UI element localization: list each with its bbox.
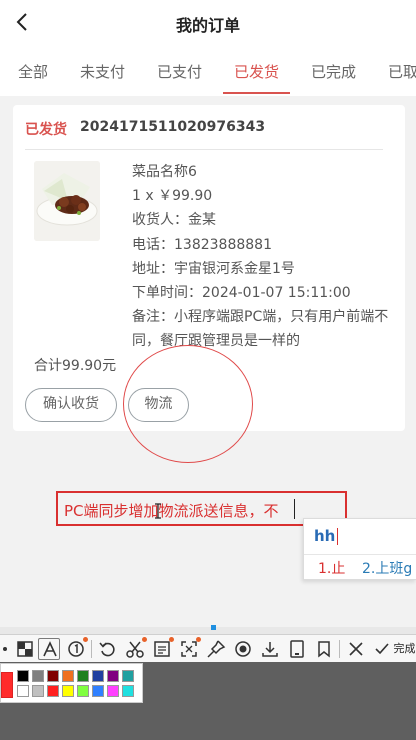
order-details: 菜品名称6 1 x ￥99.90 收货人：金某 电话：13823888881 地… xyxy=(132,160,392,354)
color-swatch[interactable] xyxy=(122,670,134,682)
tab-cancelled[interactable]: 已取 xyxy=(388,61,416,82)
color-swatch[interactable] xyxy=(77,685,89,697)
color-swatch[interactable] xyxy=(17,685,29,697)
color-swatch[interactable] xyxy=(47,685,59,697)
tab-unpaid[interactable]: 未支付 xyxy=(80,61,125,82)
color-swatch[interactable] xyxy=(47,670,59,682)
scissors-icon[interactable] xyxy=(124,637,147,660)
navigation-bar: 我的订单 xyxy=(0,0,416,46)
palette-area xyxy=(0,662,416,740)
order-total: 合计99.90元 xyxy=(34,358,117,374)
ibeam-cursor-icon xyxy=(154,503,162,519)
quantity-price: 1 x ￥99.90 xyxy=(132,188,213,205)
item-name: 菜品名称6 xyxy=(132,164,197,180)
arrow-tool-icon[interactable] xyxy=(0,638,12,660)
order-status: 已发货 xyxy=(25,122,67,138)
crop-icon[interactable] xyxy=(178,637,201,660)
number-marker-icon[interactable] xyxy=(65,637,88,660)
ime-composition: hh xyxy=(314,527,336,545)
mosaic-icon[interactable] xyxy=(14,638,36,660)
text-caret xyxy=(294,499,295,519)
finish-label: 完成 xyxy=(393,642,416,655)
text-icon[interactable] xyxy=(38,638,60,660)
page-title: 我的订单 xyxy=(175,16,240,35)
tab-paid[interactable]: 已支付 xyxy=(157,61,202,82)
save-icon[interactable] xyxy=(313,638,335,660)
confirm-receipt-button[interactable]: 确认收货 xyxy=(25,388,117,422)
phone: 电话：13823888881 xyxy=(132,236,272,253)
ime-candidate-window: hh 1.止 2.上班g xyxy=(303,518,416,580)
tab-shipped[interactable]: 已发货 xyxy=(234,61,279,82)
color-palette xyxy=(0,663,143,703)
undo-icon[interactable] xyxy=(97,638,119,660)
color-swatch[interactable] xyxy=(107,670,119,682)
annotation-text: PC端同步增加物流派送信息，不 xyxy=(64,502,279,520)
color-swatch[interactable] xyxy=(122,685,134,697)
toolbar-separator xyxy=(91,640,92,658)
ocr-icon[interactable] xyxy=(151,637,174,660)
ime-candidate-2[interactable]: 2.上班g xyxy=(362,558,412,578)
order-number: 2024171511020976343 xyxy=(80,119,266,135)
ime-divider xyxy=(304,554,416,555)
copy-icon[interactable] xyxy=(286,638,308,660)
ime-caret xyxy=(337,528,338,545)
download-icon[interactable] xyxy=(259,638,281,660)
current-color-swatch[interactable] xyxy=(1,672,13,698)
color-swatch[interactable] xyxy=(92,670,104,682)
color-swatch[interactable] xyxy=(62,685,74,697)
ime-candidate-1[interactable]: 1.止 xyxy=(318,558,345,578)
tab-all[interactable]: 全部 xyxy=(18,61,48,82)
order-tabs: 全部 未支付 已支付 已发货 已完成 已取 xyxy=(0,46,416,96)
pin-icon[interactable] xyxy=(205,638,227,660)
active-tab-indicator xyxy=(223,92,290,94)
receiver: 收货人：金某 xyxy=(132,212,216,229)
order-time: 下单时间：2024-01-07 15:11:00 xyxy=(132,285,351,302)
selection-handle[interactable] xyxy=(211,625,216,630)
color-swatch[interactable] xyxy=(92,685,104,697)
tab-completed[interactable]: 已完成 xyxy=(311,61,356,82)
color-swatch[interactable] xyxy=(17,670,29,682)
screenshot-toolbar: 完成 xyxy=(0,634,416,662)
color-swatch[interactable] xyxy=(62,670,74,682)
annotation-ellipse[interactable] xyxy=(123,345,253,463)
close-icon[interactable] xyxy=(345,638,367,660)
color-swatch[interactable] xyxy=(32,685,44,697)
finish-button[interactable]: 完成 xyxy=(374,638,416,660)
color-swatch[interactable] xyxy=(32,670,44,682)
color-swatch[interactable] xyxy=(77,670,89,682)
toolbar-separator xyxy=(339,640,340,658)
divider xyxy=(25,149,383,150)
address: 地址：宇宙银河系金星1号 xyxy=(132,260,295,277)
check-icon xyxy=(375,643,389,655)
record-icon[interactable] xyxy=(232,638,254,660)
color-swatch[interactable] xyxy=(107,685,119,697)
dish-image xyxy=(34,161,100,241)
